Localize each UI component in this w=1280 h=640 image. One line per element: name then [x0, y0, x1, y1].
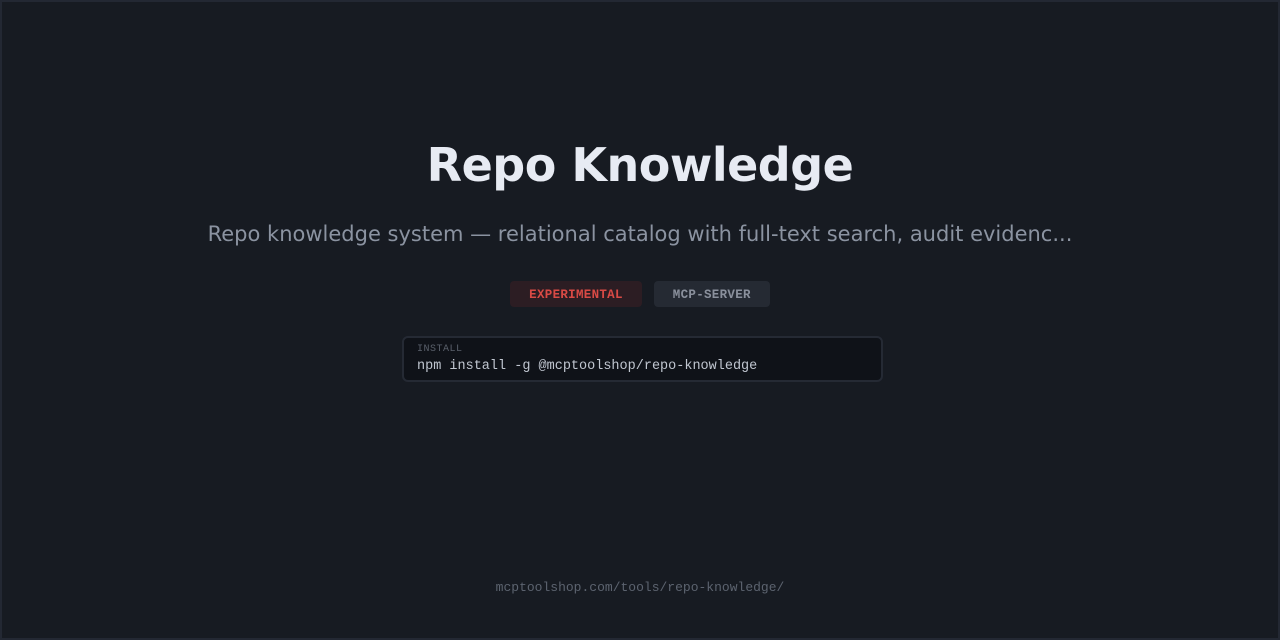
install-label: INSTALL: [417, 344, 463, 355]
experimental-badge: EXPERIMENTAL: [510, 281, 642, 307]
page-subtitle: Repo knowledge system — relational catal…: [207, 222, 1073, 246]
footer-url[interactable]: mcptoolshop.com/tools/repo-knowledge/: [2, 579, 1278, 597]
badge-row: EXPERIMENTAL MCP-SERVER: [2, 281, 1278, 307]
social-card: Repo Knowledge Repo knowledge system — r…: [0, 0, 1280, 640]
mcp-server-badge: MCP-SERVER: [653, 281, 770, 307]
install-box[interactable]: INSTALL npm install -g @mcptoolshop/repo…: [402, 336, 883, 382]
page-title: Repo Knowledge: [426, 138, 854, 192]
install-command[interactable]: npm install -g @mcptoolshop/repo-knowled…: [417, 358, 868, 376]
